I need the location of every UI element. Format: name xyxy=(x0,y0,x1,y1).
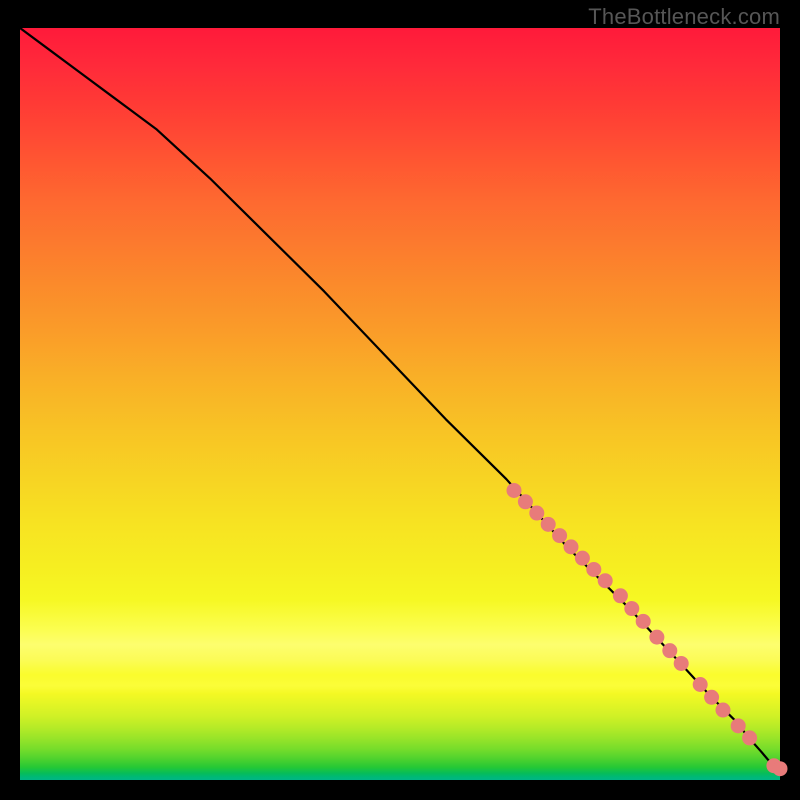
curve-marker xyxy=(507,483,522,498)
watermark-text: TheBottleneck.com xyxy=(588,4,780,30)
curve-marker xyxy=(575,551,590,566)
curve-marker xyxy=(552,528,567,543)
curve-marker xyxy=(613,588,628,603)
curve-marker xyxy=(529,506,544,521)
bottleneck-curve xyxy=(20,28,780,769)
curve-marker xyxy=(773,761,788,776)
curve-marker xyxy=(564,539,579,554)
curve-marker xyxy=(541,517,556,532)
curve-marker xyxy=(731,718,746,733)
curve-markers xyxy=(507,483,788,776)
curve-marker xyxy=(518,494,533,509)
curve-marker xyxy=(586,562,601,577)
figure-frame: TheBottleneck.com xyxy=(0,0,800,800)
curve-marker xyxy=(636,614,651,629)
curve-marker xyxy=(662,643,677,658)
chart-overlay-svg xyxy=(20,28,780,780)
curve-marker xyxy=(704,690,719,705)
curve-marker xyxy=(693,677,708,692)
curve-marker xyxy=(742,730,757,745)
curve-marker xyxy=(649,630,664,645)
curve-marker xyxy=(674,656,689,671)
curve-marker xyxy=(624,601,639,616)
curve-marker xyxy=(716,703,731,718)
curve-marker xyxy=(598,573,613,588)
